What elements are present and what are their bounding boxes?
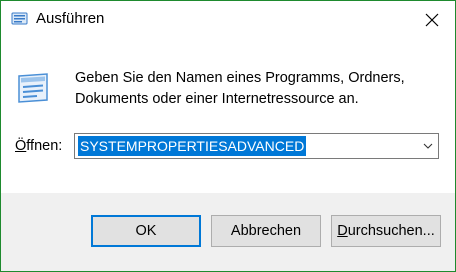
dialog-description: Geben Sie den Namen eines Programms, Ord… <box>75 70 405 107</box>
open-combobox[interactable]: SYSTEMPROPERTIESADVANCED <box>74 133 439 159</box>
browse-label: urchsuchen... <box>347 223 435 239</box>
dialog-content: Geben Sie den Namen eines Programms, Ord… <box>1 38 455 193</box>
browse-button[interactable]: Durchsuchen... <box>331 215 441 247</box>
run-dialog-window: Ausführen Geben Sie den Namen eines Prog… <box>0 0 456 272</box>
run-app-icon <box>18 73 48 103</box>
window-title: Ausführen <box>36 10 105 27</box>
title-bar[interactable]: Ausführen <box>1 1 455 38</box>
dropdown-button[interactable] <box>418 134 438 158</box>
cancel-button[interactable]: Abbrechen <box>211 215 321 247</box>
run-app-icon <box>11 12 28 25</box>
close-icon <box>425 13 439 26</box>
open-label-mnemonic: Ö <box>15 138 27 154</box>
chevron-down-icon <box>423 143 433 149</box>
open-label-text: ffnen: <box>26 138 63 154</box>
ok-button[interactable]: OK <box>91 215 201 247</box>
button-bar: OK Abbrechen Durchsuchen... <box>1 193 455 271</box>
open-input[interactable]: SYSTEMPROPERTIESADVANCED <box>78 136 307 156</box>
close-button[interactable] <box>409 1 455 38</box>
open-label: Öffnen: <box>15 138 62 154</box>
browse-mnemonic: D <box>337 223 348 239</box>
